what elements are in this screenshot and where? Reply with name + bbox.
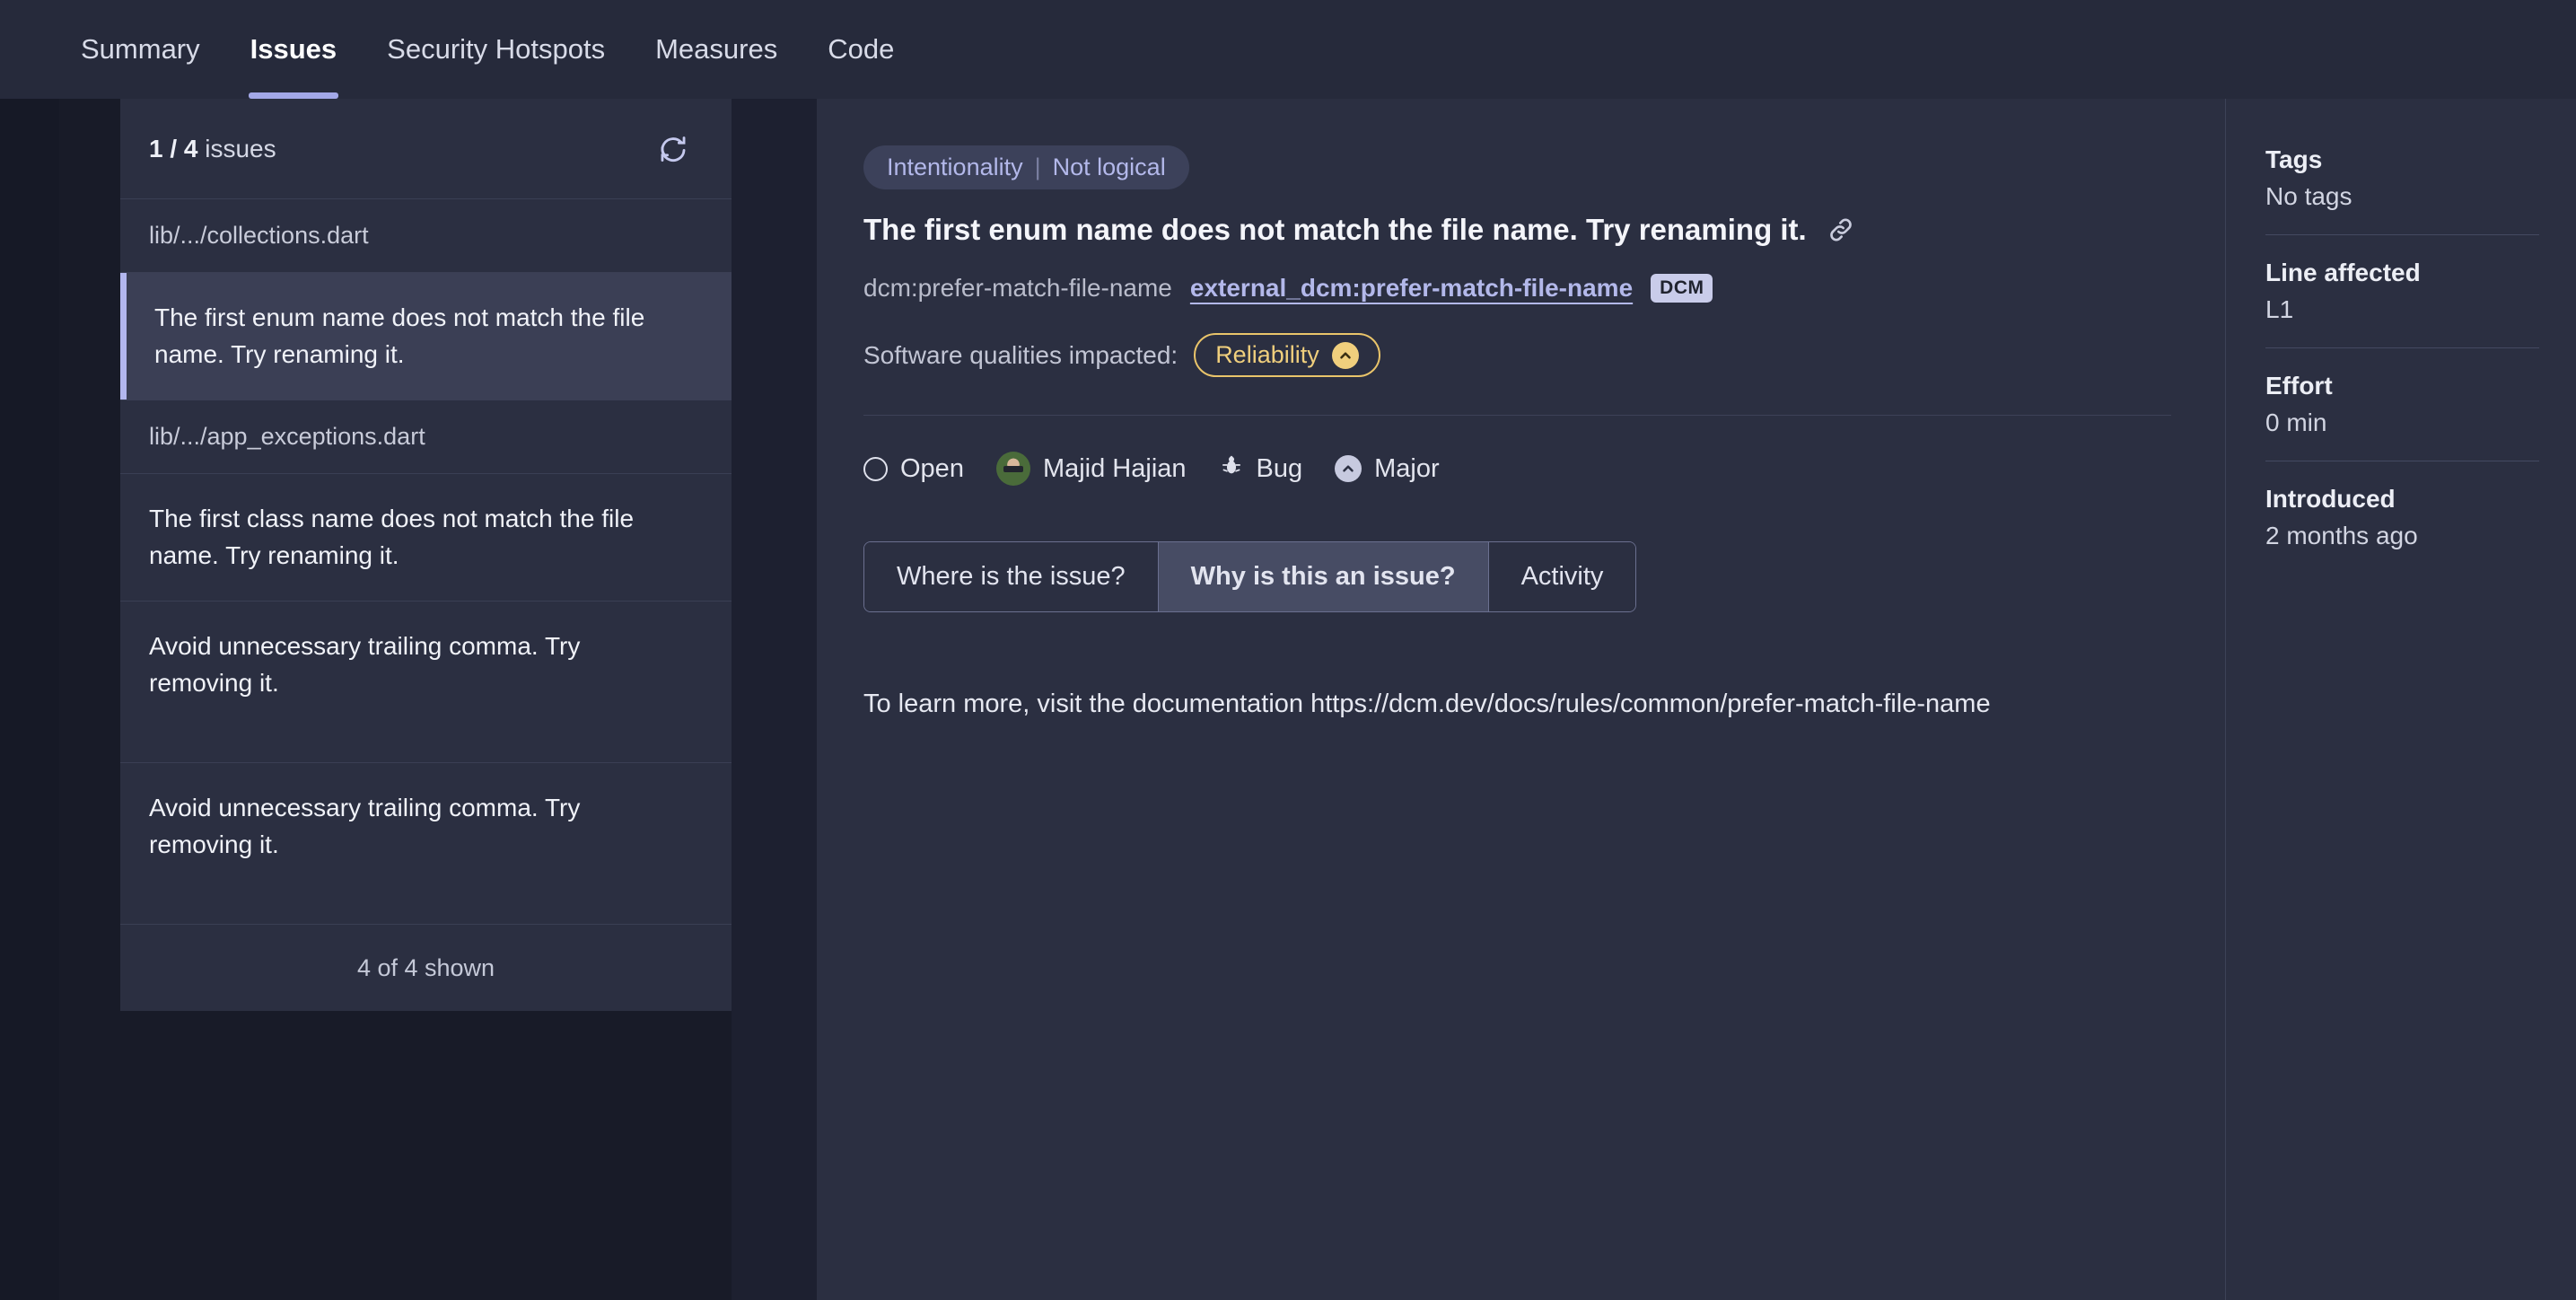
avatar: [995, 452, 1030, 486]
issue-list-footer: 4 of 4 shown: [120, 925, 732, 1012]
severity-label: Major: [1374, 453, 1440, 483]
rule-key: dcm:prefer-match-file-name: [863, 274, 1172, 302]
tab-why-is-this-an-issue[interactable]: Why is this an issue?: [1158, 542, 1489, 611]
chevron-up-icon: [1331, 341, 1359, 369]
meta-value: No tags: [2265, 182, 2353, 210]
meta-block-line-affected: Line affected L1: [2265, 234, 2539, 347]
meta-value: 0 min: [2265, 408, 2327, 436]
assignee-name: Majid Hajian: [1042, 453, 1187, 483]
software-qualities-row: Software qualities impacted: Reliability: [863, 333, 2171, 416]
meta-label: Effort: [2265, 372, 2333, 400]
issue-meta-sidebar: Tags No tags Line affected L1 Effort 0 m…: [2226, 99, 2575, 1300]
issue-list-sidebar: 1 / 4 issues lib/.../collections.dart Th…: [59, 99, 732, 1300]
issue-title-row: The first enum name does not match the f…: [863, 213, 2171, 247]
tab-where-is-the-issue[interactable]: Where is the issue?: [864, 542, 1159, 611]
list-item[interactable]: The first enum name does not match the f…: [120, 273, 732, 401]
issue-list-header: 1 / 4 issues: [120, 99, 732, 199]
clean-code-separator: |: [1034, 154, 1041, 180]
top-navigation: Summary Issues Security Hotspots Measure…: [0, 0, 2576, 99]
tab-activity[interactable]: Activity: [1488, 542, 1636, 611]
list-item[interactable]: The first class name does not match the …: [120, 474, 732, 602]
status-label: Open: [900, 453, 964, 483]
clean-code-sub-attribute: Not logical: [1052, 154, 1166, 180]
issue-detail-panel: Intentionality | Not logical The first e…: [817, 99, 2576, 1300]
bug-icon: [1219, 452, 1244, 485]
file-group-header[interactable]: lib/.../app_exceptions.dart: [120, 400, 732, 475]
issue-count: 1 / 4 issues: [149, 134, 276, 162]
clean-code-badge[interactable]: Intentionality | Not logical: [863, 145, 1189, 189]
chevron-up-circle-icon: [1335, 455, 1362, 482]
refresh-icon[interactable]: [653, 128, 694, 170]
nav-tab-summary[interactable]: Summary: [56, 0, 225, 99]
status-badge[interactable]: Open: [863, 454, 964, 484]
file-group-header[interactable]: lib/.../collections.dart: [120, 199, 732, 273]
software-qualities-label: Software qualities impacted:: [863, 340, 1178, 369]
meta-label: Tags: [2265, 145, 2323, 173]
page-title: The first enum name does not match the f…: [863, 213, 1807, 246]
list-item[interactable]: Avoid unnecessary trailing comma. Try re…: [120, 763, 732, 926]
rule-source-badge: DCM: [1651, 274, 1713, 303]
list-item[interactable]: Avoid unnecessary trailing comma. Try re…: [120, 602, 732, 764]
meta-value: 2 months ago: [2265, 522, 2418, 549]
nav-tab-security-hotspots[interactable]: Security Hotspots: [362, 0, 630, 99]
clean-code-attribute-row: Intentionality | Not logical: [863, 145, 2171, 189]
issue-type-label: Bug: [1256, 453, 1303, 483]
quality-badge-reliability[interactable]: Reliability: [1194, 333, 1380, 377]
documentation-text: To learn more, visit the documentation h…: [863, 690, 1991, 718]
meta-value: L1: [2265, 295, 2294, 323]
link-icon[interactable]: [1827, 215, 1855, 244]
assignee[interactable]: Majid Hajian: [995, 452, 1187, 486]
issue-attributes-row: Open Majid Hajian Bug Major: [863, 416, 2171, 541]
severity-badge[interactable]: Major: [1335, 454, 1440, 484]
quality-label: Reliability: [1215, 341, 1319, 368]
meta-label: Introduced: [2265, 485, 2396, 513]
meta-block-tags: Tags No tags: [2265, 145, 2539, 234]
rule-identifier-row: dcm:prefer-match-file-name external_dcm:…: [863, 274, 2171, 303]
panel-gutter: [732, 99, 817, 1300]
issue-detail-content: Intentionality | Not logical The first e…: [817, 99, 2226, 1300]
nav-tab-code[interactable]: Code: [802, 0, 919, 99]
meta-block-effort: Effort 0 min: [2265, 347, 2539, 461]
left-gutter: [0, 99, 59, 1300]
nav-tab-measures[interactable]: Measures: [630, 0, 802, 99]
rule-link[interactable]: external_dcm:prefer-match-file-name: [1190, 274, 1633, 303]
nav-tab-issues[interactable]: Issues: [225, 0, 363, 99]
open-circle-icon: [863, 456, 888, 481]
clean-code-attribute: Intentionality: [887, 154, 1023, 180]
issue-type[interactable]: Bug: [1219, 452, 1303, 485]
meta-label: Line affected: [2265, 259, 2421, 286]
issue-detail-tabs: Where is the issue? Why is this an issue…: [863, 541, 1637, 612]
meta-block-introduced: Introduced 2 months ago: [2265, 461, 2539, 574]
